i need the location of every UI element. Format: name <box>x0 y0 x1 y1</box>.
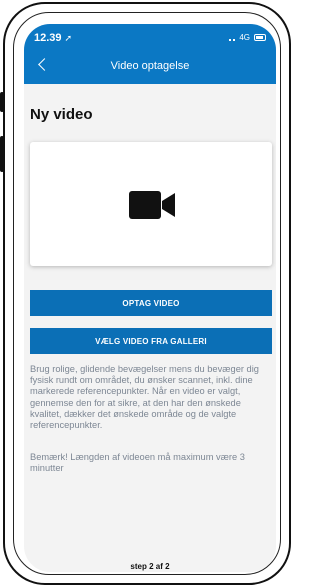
network-label: 4G <box>239 33 250 42</box>
instructions-text: Brug rolige, glidende bevægelser mens du… <box>30 364 259 431</box>
status-indicators: 4G <box>229 33 266 42</box>
app-header: 12.39 ➚ 4G Video optagelse <box>24 24 276 84</box>
phone-volume-button <box>0 136 4 172</box>
app-screen: 12.39 ➚ 4G Video optagelse Ny video OPTAG… <box>24 24 276 572</box>
header-title: Video optagelse <box>110 60 190 72</box>
step-indicator: step 2 af 2 <box>130 562 170 571</box>
video-camera-icon <box>129 191 175 219</box>
page-title: Ny video <box>30 106 93 123</box>
location-arrow-icon: ➚ <box>64 33 73 43</box>
status-time: 12.39 ➚ <box>34 32 72 44</box>
record-video-button[interactable]: OPTAG VIDEO <box>30 290 272 316</box>
video-preview[interactable] <box>30 142 272 266</box>
duration-note: Bemærk! Længden af videoen må maximum væ… <box>30 452 245 474</box>
signal-icon <box>229 35 236 41</box>
battery-icon <box>254 34 266 41</box>
phone-silent-switch <box>0 92 4 112</box>
status-time-text: 12.39 <box>34 32 62 44</box>
choose-from-gallery-button[interactable]: VÆLG VIDEO FRA GALLERI <box>30 328 272 354</box>
